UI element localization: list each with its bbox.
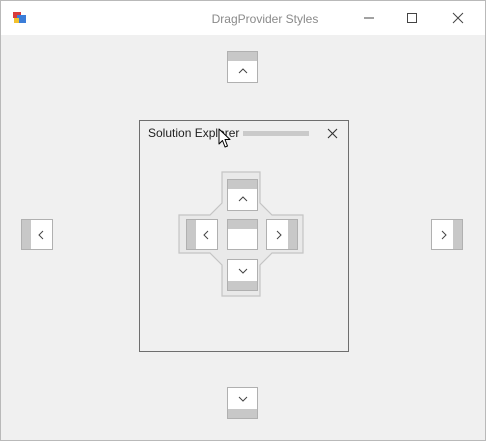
close-icon [452, 12, 464, 24]
dock-left-button[interactable] [21, 219, 53, 250]
dock-inner-bottom-button[interactable] [227, 259, 258, 291]
chevron-up-icon [238, 196, 248, 202]
dock-right-button[interactable] [431, 219, 463, 250]
dock-inner-left-button[interactable] [186, 219, 218, 250]
maximize-icon [407, 13, 417, 23]
chevron-right-icon [276, 230, 282, 240]
dock-center-button[interactable] [227, 219, 258, 250]
chevron-down-icon [238, 396, 248, 402]
chevron-left-icon [38, 230, 44, 240]
drag-grip[interactable] [243, 131, 309, 136]
panel-close-button[interactable] [324, 125, 340, 141]
dock-bottom-button[interactable] [227, 387, 258, 419]
chevron-up-icon [238, 68, 248, 74]
chevron-right-icon [441, 230, 447, 240]
chevron-left-icon [203, 230, 209, 240]
close-icon [327, 128, 337, 138]
chevron-down-icon [238, 268, 248, 274]
dock-inner-top-button[interactable] [227, 179, 258, 211]
minimize-button[interactable] [346, 1, 392, 35]
maximize-button[interactable] [389, 1, 435, 35]
minimize-icon [364, 17, 374, 19]
title-bar[interactable]: DragProvider Styles [1, 1, 485, 35]
close-button[interactable] [435, 1, 481, 35]
mouse-cursor-icon [218, 128, 231, 148]
dock-inner-right-button[interactable] [266, 219, 298, 250]
dock-top-button[interactable] [227, 51, 258, 83]
